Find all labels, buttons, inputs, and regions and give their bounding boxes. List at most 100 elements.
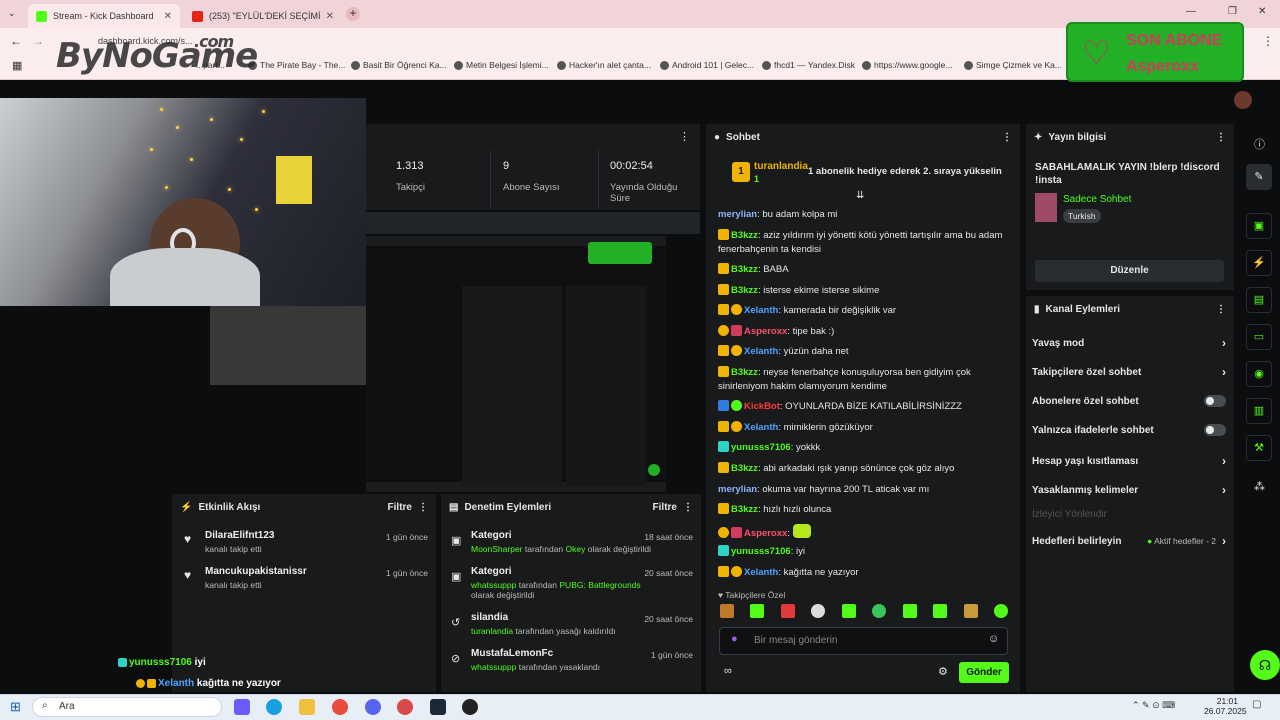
tab-kick-dashboard[interactable]: Stream - Kick Dashboard ✕ — [28, 4, 180, 28]
minimize-icon[interactable]: — — [1186, 6, 1196, 17]
crown-icon — [718, 566, 729, 577]
apps-grid-icon[interactable]: ▦ — [12, 59, 22, 72]
emote-icon[interactable] — [933, 604, 948, 618]
back-icon[interactable]: ← — [10, 34, 22, 48]
followers-only-label: ♥ Takipçilere Özel — [718, 590, 786, 600]
steam-icon[interactable] — [430, 699, 446, 715]
badge-icon — [718, 284, 729, 295]
emoji-icon[interactable]: ☺ — [988, 633, 999, 645]
badge-icon — [718, 229, 729, 240]
maximize-icon[interactable]: ❐ — [1228, 6, 1237, 17]
chrome-icon[interactable] — [332, 699, 348, 715]
chat-bubble-icon[interactable]: ▭ — [1246, 324, 1272, 350]
wrench-icon[interactable]: ⚒ — [1246, 435, 1272, 461]
layout-icon[interactable]: ▥ — [1246, 398, 1272, 424]
emote-icon[interactable] — [780, 604, 795, 618]
emote-icon[interactable] — [963, 604, 978, 618]
stat-subscribers: 9 Abone Sayısı — [503, 160, 560, 193]
emote-icon[interactable] — [841, 604, 856, 618]
tab-youtube[interactable]: (253) "EYLÜL'DEKİ SEÇİMİ KİM ✕ — [184, 4, 342, 28]
bookmark[interactable]: Metin Belgesi İşlemi... — [454, 60, 549, 70]
chat-message-input[interactable]: Bir mesaj gönderin — [719, 627, 1008, 655]
discord-icon[interactable] — [365, 699, 381, 715]
emote-icon[interactable] — [993, 604, 1008, 618]
emote-icon[interactable] — [872, 604, 887, 618]
action-set-goals[interactable]: Hedefleri belirleyin ● Aktif hedefler - … — [1032, 534, 1226, 548]
emote-icon[interactable] — [720, 604, 734, 618]
close-icon[interactable]: ✕ — [164, 11, 172, 22]
scroll-down-icon[interactable]: ⇊ — [856, 190, 864, 201]
chevron-right-icon: › — [1222, 365, 1226, 379]
pinned-gift-message: 1 abonelik hediye ederek 2. sıraya yükse… — [808, 166, 1002, 177]
stream-info-panel: ✦ Yayın bilgisi ⋮ SABAHLAMALIK YAYIN !bl… — [1026, 124, 1234, 290]
notifications-icon[interactable]: ▢ — [1252, 699, 1261, 710]
list-item: ▣ Kategori MoonSharper tarafından Okey o… — [451, 530, 693, 554]
points-icon[interactable]: ∞ — [724, 665, 732, 677]
badge-icon — [718, 325, 729, 336]
more-options-icon[interactable]: ⋮ — [679, 130, 690, 143]
action-followers-only[interactable]: Takipçilere özel sohbet › — [1032, 365, 1226, 379]
close-window-icon[interactable]: ✕ — [1258, 6, 1266, 17]
microphone-icon[interactable]: ● — [731, 633, 738, 645]
bookmark[interactable]: Simge Çizmek ve Ka... — [964, 60, 1062, 70]
emote-icon[interactable] — [750, 604, 765, 618]
avatar[interactable] — [1234, 91, 1252, 109]
bookmark[interactable]: Android 101 | Gelec... — [660, 60, 754, 70]
new-tab-button[interactable]: + — [346, 7, 360, 21]
chevron-right-icon: › — [1222, 454, 1226, 468]
expand-icon[interactable]: ▣ — [1246, 213, 1272, 239]
emotes-only-toggle[interactable] — [1204, 424, 1226, 436]
gifter-rank-badge: 1 — [732, 162, 750, 182]
badge-icon — [731, 421, 742, 432]
send-button[interactable]: Gönder — [959, 662, 1009, 683]
shield-icon: ▮ — [1034, 303, 1040, 315]
more-options-icon[interactable]: ⋮ — [1002, 132, 1012, 143]
menu-dots-icon[interactable]: ⋮ — [1262, 34, 1274, 48]
close-icon[interactable]: ✕ — [326, 11, 334, 22]
info-icon[interactable]: ⓘ — [1254, 136, 1265, 152]
filter-button[interactable]: Filtre — [653, 502, 677, 513]
divider — [598, 150, 599, 208]
tray-icons[interactable]: ⌃ ✎ ⊙ ⌨ — [1132, 700, 1175, 711]
apps-icon[interactable]: ⁂ — [1254, 480, 1265, 493]
taskbar-search[interactable]: Ara — [32, 697, 222, 717]
forward-icon[interactable]: → — [32, 34, 44, 48]
document-icon[interactable]: ▤ — [1246, 287, 1272, 313]
clock[interactable]: 21:01 26.07.2025 — [1204, 696, 1247, 716]
lightning-icon[interactable]: ⚡ — [1246, 250, 1272, 276]
folder-icon[interactable] — [299, 699, 315, 715]
copilot-icon[interactable] — [234, 699, 250, 715]
more-options-icon[interactable]: ⋮ — [1216, 304, 1226, 315]
edit-icon[interactable]: ✎ — [1246, 164, 1272, 190]
channel-actions-panel: ▮ Kanal Eylemleri ⋮ Yavaş mod › Takipçile… — [1026, 296, 1234, 692]
action-account-age[interactable]: Hesap yaşı kısıtlaması › — [1032, 454, 1226, 468]
settings-icon[interactable]: ⚙ — [938, 665, 948, 678]
bookmark[interactable]: Hacker'ın alet çanta... — [557, 60, 651, 70]
action-banned-words[interactable]: Yasaklanmış kelimeler › — [1032, 483, 1226, 497]
tab-title: Stream - Kick Dashboard — [53, 11, 154, 21]
subscribers-only-toggle[interactable] — [1204, 395, 1226, 407]
preview-overlay-thumbnail — [588, 242, 652, 264]
filter-button[interactable]: Filtre — [388, 502, 412, 513]
windows-start-icon[interactable]: ⊞ — [10, 699, 21, 715]
bookmark[interactable]: The Pirate Bay - The... — [248, 60, 345, 70]
action-subscribers-only: Abonelere özel sohbet — [1032, 395, 1226, 407]
edge-icon[interactable] — [266, 699, 282, 715]
emote-icon[interactable] — [811, 604, 826, 618]
edit-button[interactable]: Düzenle — [1035, 260, 1224, 282]
bookmark[interactable]: Basit Bir Öğrenci Ka... — [351, 60, 447, 70]
emote-icon[interactable] — [902, 604, 917, 618]
more-options-icon[interactable]: ⋮ — [683, 502, 693, 513]
chrome-active-icon[interactable] — [397, 699, 413, 715]
more-options-icon[interactable]: ⋮ — [418, 502, 428, 513]
support-icon[interactable]: ☊ — [1250, 650, 1280, 680]
action-slow-mode[interactable]: Yavaş mod › — [1032, 336, 1226, 350]
chat-message: Xelanth: kağıtta ne yazıyor — [718, 566, 1008, 580]
category-name[interactable]: Sadece Sohbet — [1063, 194, 1131, 205]
bookmark[interactable]: https://www.google... — [862, 60, 952, 70]
more-options-icon[interactable]: ⋮ — [1216, 132, 1226, 143]
bookmark[interactable]: fhcd1 — Yandex.Disk — [762, 60, 855, 70]
obs-icon[interactable] — [462, 699, 478, 715]
tab-list-chevron-icon[interactable]: ⌄ — [8, 8, 16, 19]
broadcast-icon[interactable]: ◉ — [1246, 361, 1272, 387]
